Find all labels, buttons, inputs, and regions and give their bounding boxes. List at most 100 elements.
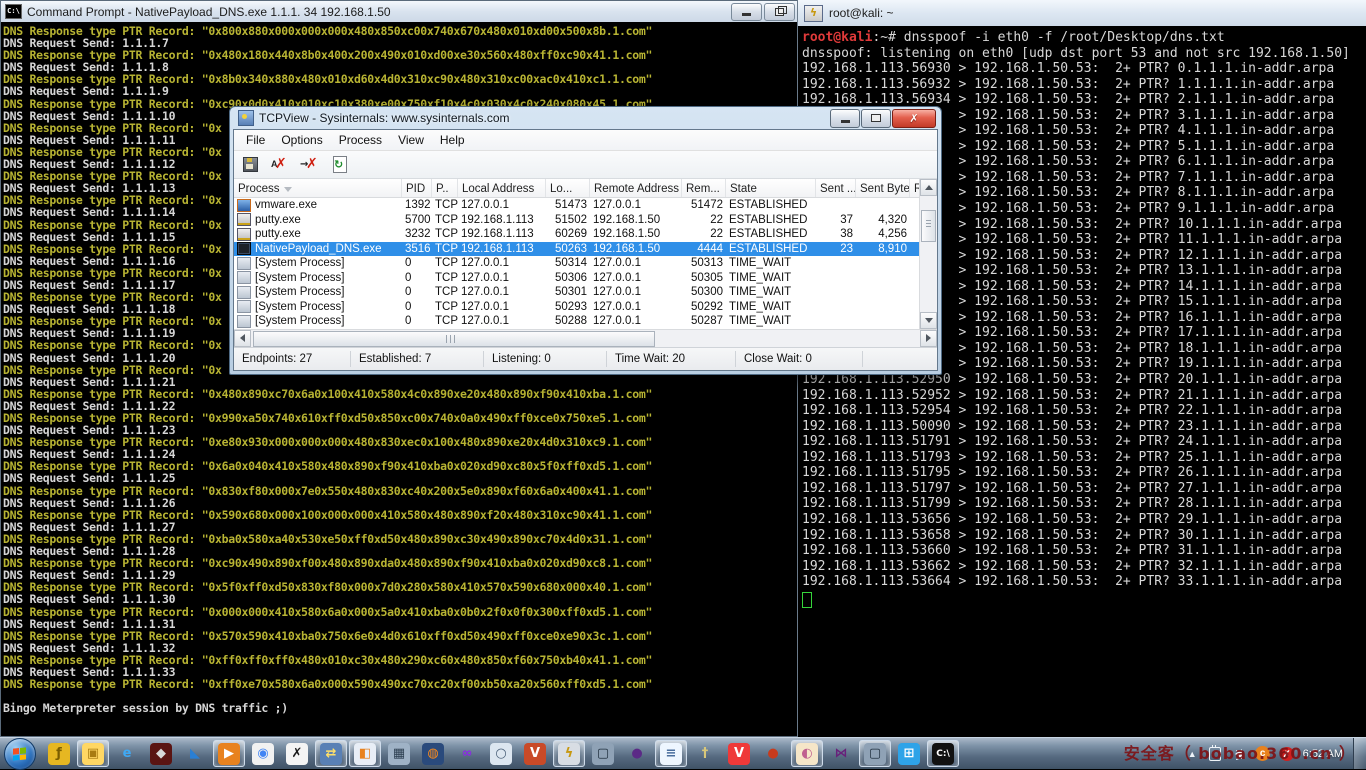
gold-coin-app-icon[interactable]: ƒ bbox=[43, 740, 75, 767]
cell-proto: TCP bbox=[432, 272, 458, 284]
chili-app-icon[interactable]: ● bbox=[757, 740, 789, 767]
windows-explorer-icon[interactable]: ▣ bbox=[77, 740, 109, 767]
paint-palette-icon[interactable]: ◐ bbox=[791, 740, 823, 767]
table-row[interactable]: NativePayload_DNS.exe3516TCP192.168.1.11… bbox=[234, 242, 937, 257]
cell-local: 127.0.0.1 bbox=[458, 272, 546, 284]
horizontal-scrollbar[interactable] bbox=[234, 329, 937, 347]
menu-options[interactable]: Options bbox=[273, 131, 330, 149]
column-header-process[interactable]: Process bbox=[234, 179, 402, 197]
monitor-app-icon[interactable]: ▢ bbox=[859, 740, 891, 767]
column-header-pid[interactable]: PID bbox=[402, 179, 432, 197]
table-row[interactable]: vmware.exe1392TCP127.0.0.151473127.0.0.1… bbox=[234, 198, 937, 213]
scroll-left-button[interactable] bbox=[234, 330, 251, 347]
column-header-sent-bytes[interactable]: Sent Bytes bbox=[856, 179, 910, 197]
column-header-local-address[interactable]: Local Address bbox=[458, 179, 546, 197]
visual-studio-glyph: ∞ bbox=[456, 743, 478, 765]
windows-app-icon[interactable]: ◧ bbox=[349, 740, 381, 767]
windows-logo-glyph: ⊞ bbox=[898, 743, 920, 765]
firefox-icon[interactable]: ◍ bbox=[417, 740, 449, 767]
tcpview-taskbar-icon[interactable]: ⇄ bbox=[315, 740, 347, 767]
notepad-icon[interactable]: ≡ bbox=[655, 740, 687, 767]
menu-process[interactable]: Process bbox=[331, 131, 390, 149]
putty-titlebar[interactable]: ϟ root@kali: ~ bbox=[798, 0, 1366, 27]
tcpview-maximize-button[interactable] bbox=[861, 109, 891, 128]
cell-rport: 22 bbox=[682, 228, 726, 240]
vmware-icon[interactable]: V bbox=[519, 740, 551, 767]
native-process-icon bbox=[237, 242, 251, 255]
column-header-p[interactable]: P.. bbox=[432, 179, 458, 197]
menu-file[interactable]: File bbox=[238, 131, 273, 149]
table-row[interactable]: [System Process]0TCP127.0.0.150314127.0.… bbox=[234, 256, 937, 271]
menu-help[interactable]: Help bbox=[432, 131, 473, 149]
tcpview-listview: ProcessPIDP..Local AddressLo...Remote Ad… bbox=[234, 179, 937, 329]
tcpview-close-button[interactable]: ✗ bbox=[892, 109, 936, 128]
tcpview-minimize-button[interactable] bbox=[830, 109, 860, 128]
media-player-icon[interactable]: ▶ bbox=[213, 740, 245, 767]
kali-line: 192.168.1.113.51795 > 192.168.1.50.53: 2… bbox=[802, 465, 1362, 481]
chrome-icon[interactable]: ◉ bbox=[247, 740, 279, 767]
windows-logo-icon[interactable]: ⊞ bbox=[893, 740, 925, 767]
column-header-state[interactable]: State bbox=[726, 179, 816, 197]
menu-view[interactable]: View bbox=[390, 131, 432, 149]
visual-studio-2-icon[interactable]: ⋈ bbox=[825, 740, 857, 767]
cell-state: TIME_WAIT bbox=[726, 257, 816, 269]
kali-line: 192.168.1.113.53658 > 192.168.1.50.53: 2… bbox=[802, 528, 1362, 544]
cmd-restore-button[interactable] bbox=[764, 3, 795, 21]
resolve-addresses-button[interactable] bbox=[270, 155, 290, 175]
red-app-icon[interactable]: ◆ bbox=[145, 740, 177, 767]
internet-explorer-icon[interactable]: e bbox=[111, 740, 143, 767]
shark-fin-app-icon[interactable]: ◣ bbox=[179, 740, 211, 767]
column-header-remote-address[interactable]: Remote Address bbox=[590, 179, 682, 197]
remote-desktop-icon[interactable]: ▢ bbox=[587, 740, 619, 767]
table-row[interactable]: [System Process]0TCP127.0.0.150288127.0.… bbox=[234, 314, 937, 329]
vertical-scroll-thumb[interactable] bbox=[921, 210, 936, 242]
command-prompt-taskbar-icon[interactable]: C:\ bbox=[927, 740, 959, 767]
cell-pid: 1392 bbox=[402, 199, 432, 211]
refresh-button[interactable] bbox=[330, 155, 350, 175]
cell-lport: 50301 bbox=[546, 286, 590, 298]
process-name: [System Process] bbox=[255, 286, 344, 298]
security-watermark: 安全客（ bobao.360.cn ） bbox=[1124, 740, 1356, 764]
cmd-minimize-button[interactable] bbox=[731, 3, 762, 21]
vivaldi-icon[interactable]: V bbox=[723, 740, 755, 767]
sword-app-icon[interactable]: † bbox=[689, 740, 721, 767]
scroll-down-button[interactable] bbox=[920, 312, 937, 329]
refresh-icon bbox=[333, 156, 347, 173]
kali-line: 192.168.1.113.53664 > 192.168.1.50.53: 2… bbox=[802, 574, 1362, 590]
scroll-up-button[interactable] bbox=[920, 179, 937, 196]
table-row[interactable]: [System Process]0TCP127.0.0.150293127.0.… bbox=[234, 300, 937, 315]
putty-taskbar-icon[interactable]: ϟ bbox=[553, 740, 585, 767]
cell-rport: 51472 bbox=[682, 199, 726, 211]
start-button[interactable] bbox=[4, 738, 36, 770]
process-name: [System Process] bbox=[255, 315, 344, 327]
cmd-line: DNS Request Send: 1.1.1.21 bbox=[3, 376, 797, 388]
table-row[interactable]: putty.exe3232TCP192.168.1.11360269192.16… bbox=[234, 227, 937, 242]
devices-icon[interactable]: ▦ bbox=[383, 740, 415, 767]
column-header-sent[interactable]: Sent ... bbox=[816, 179, 856, 197]
horizontal-scroll-thumb[interactable] bbox=[253, 331, 655, 347]
cmd-titlebar[interactable]: C:\ Command Prompt - NativePayload_DNS.e… bbox=[1, 1, 799, 23]
x-app-icon[interactable]: ✗ bbox=[281, 740, 313, 767]
red-app-glyph: ◆ bbox=[150, 743, 172, 765]
visual-studio-icon[interactable]: ∞ bbox=[451, 740, 483, 767]
table-row[interactable]: [System Process]0TCP127.0.0.150306127.0.… bbox=[234, 271, 937, 286]
system-process-icon bbox=[237, 257, 251, 270]
search-app-glyph: ○ bbox=[490, 743, 512, 765]
cell-sbytes: 4,256 bbox=[856, 228, 910, 240]
tcpview-titlebar[interactable]: TCPView - Sysinternals: www.sysinternals… bbox=[233, 107, 938, 129]
cell-remote: 192.168.1.50 bbox=[590, 228, 682, 240]
cell-proto: TCP bbox=[432, 199, 458, 211]
vertical-scrollbar[interactable] bbox=[919, 179, 937, 329]
table-row[interactable]: [System Process]0TCP127.0.0.150301127.0.… bbox=[234, 285, 937, 300]
close-connection-button[interactable] bbox=[300, 155, 320, 175]
remote-desktop-glyph: ▢ bbox=[592, 743, 614, 765]
column-header-lo[interactable]: Lo... bbox=[546, 179, 590, 197]
purple-app-icon[interactable]: ● bbox=[621, 740, 653, 767]
save-button[interactable] bbox=[240, 155, 260, 175]
cell-proto: TCP bbox=[432, 301, 458, 313]
scroll-right-button[interactable] bbox=[920, 330, 937, 347]
column-header-rem[interactable]: Rem... bbox=[682, 179, 726, 197]
table-row[interactable]: putty.exe5700TCP192.168.1.11351502192.16… bbox=[234, 213, 937, 228]
cell-state: TIME_WAIT bbox=[726, 272, 816, 284]
search-app-icon[interactable]: ○ bbox=[485, 740, 517, 767]
